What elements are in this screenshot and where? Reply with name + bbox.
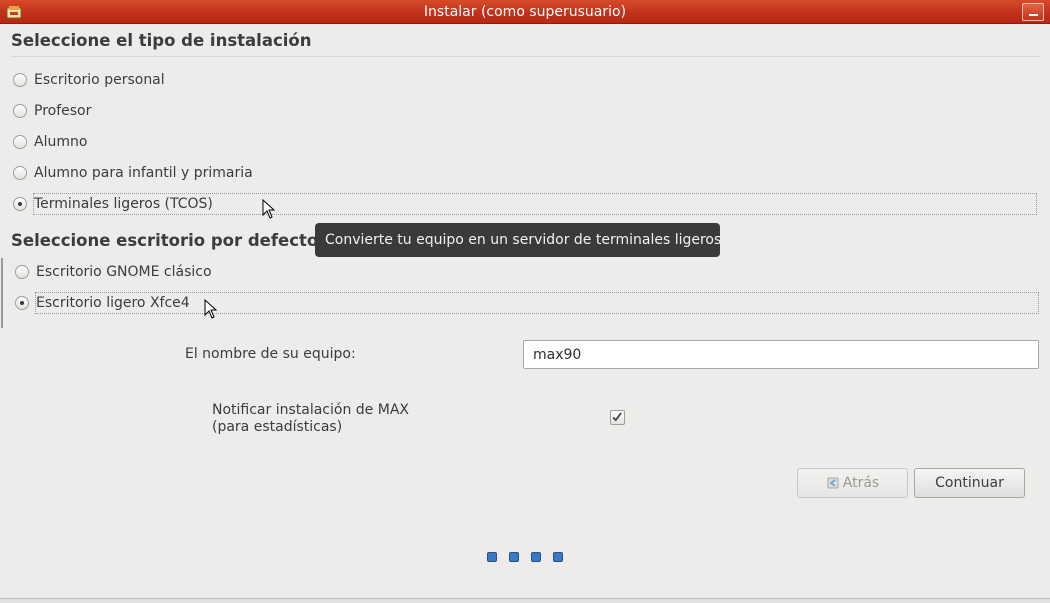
radio-label: Alumno — [34, 134, 88, 150]
installer-app-icon — [6, 6, 22, 19]
radio-terminales-ligeros[interactable]: Terminales ligeros (TCOS) — [13, 193, 213, 215]
notify-label-line1: Notificar instalación de MAX — [212, 402, 409, 418]
mouse-cursor-icon — [262, 199, 276, 219]
checkmark-icon — [612, 412, 622, 422]
radio-button[interactable] — [13, 166, 27, 180]
section-indicator — [1, 258, 3, 328]
continue-button-label: Continuar — [935, 475, 1004, 491]
notify-checkbox[interactable] — [610, 410, 625, 425]
radio-button-checked[interactable] — [13, 197, 27, 211]
continue-button[interactable]: Continuar — [914, 468, 1025, 498]
radio-label: Escritorio GNOME clásico — [36, 264, 212, 280]
radio-alumno[interactable]: Alumno — [13, 131, 87, 153]
radio-label: Escritorio personal — [34, 72, 165, 88]
notify-label-line2: (para estadísticas) — [212, 419, 343, 435]
minimize-button[interactable] — [1022, 3, 1044, 21]
radio-gnome-clasico[interactable]: Escritorio GNOME clásico — [15, 261, 212, 283]
radio-alumno-infantil-primaria[interactable]: Alumno para infantil y primaria — [13, 162, 253, 184]
install-type-heading: Seleccione el tipo de instalación — [11, 31, 312, 50]
notify-label: Notificar instalación de MAX (para estad… — [212, 402, 409, 436]
window-title: Instalar (como superusuario) — [423, 3, 627, 20]
heading-divider — [11, 56, 1039, 57]
radio-label: Profesor — [34, 103, 92, 119]
progress-dot — [487, 552, 497, 562]
progress-dot — [531, 552, 541, 562]
radio-label: Escritorio ligero Xfce4 — [36, 295, 190, 311]
radio-button[interactable] — [13, 73, 27, 87]
window-titlebar: Instalar (como superusuario) — [0, 0, 1050, 24]
radio-button-checked[interactable] — [15, 296, 29, 310]
hostname-label: El nombre de su equipo: — [185, 346, 356, 362]
radio-button[interactable] — [15, 265, 29, 279]
back-button-label: Atrás — [842, 475, 880, 491]
radio-button[interactable] — [13, 135, 27, 149]
desktop-heading: Seleccione escritorio por defecto — [11, 231, 319, 250]
progress-dot — [509, 552, 519, 562]
radio-label: Terminales ligeros (TCOS) — [34, 196, 213, 212]
radio-button[interactable] — [13, 104, 27, 118]
tooltip: Convierte tu equipo en un servidor de te… — [315, 223, 726, 257]
progress-indicator — [487, 552, 563, 562]
radio-label: Alumno para infantil y primaria — [34, 165, 253, 181]
radio-xfce4[interactable]: Escritorio ligero Xfce4 — [15, 292, 190, 314]
minimize-icon — [1029, 14, 1038, 16]
hostname-input[interactable] — [523, 340, 1039, 369]
back-button[interactable]: Atrás — [797, 468, 908, 498]
progress-dot — [553, 552, 563, 562]
back-arrow-icon — [827, 477, 839, 489]
radio-profesor[interactable]: Profesor — [13, 100, 91, 122]
mouse-cursor-icon — [204, 299, 218, 319]
window-bottom-border — [0, 598, 1050, 603]
radio-escritorio-personal[interactable]: Escritorio personal — [13, 69, 165, 91]
